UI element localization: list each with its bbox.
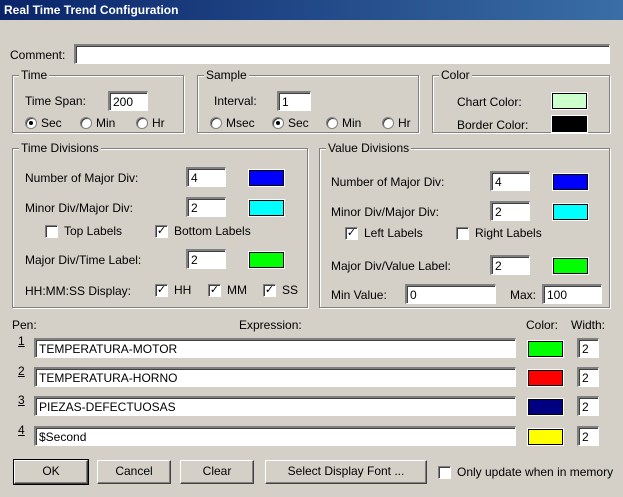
right-labels-checkbox[interactable] [456, 227, 469, 240]
pen-2-width-input[interactable]: 2 [577, 367, 599, 387]
pen-1-width-input[interactable]: 2 [577, 338, 599, 358]
vd-major-label: Number of Major Div: [331, 175, 445, 189]
vd-minor-label: Minor Div/Major Div: [331, 205, 440, 219]
hh-checkbox[interactable]: ✓ [155, 284, 168, 297]
td-time-label-color-swatch[interactable] [249, 252, 284, 268]
pen-1-number: 1 [18, 334, 25, 348]
chart-color-swatch[interactable] [552, 93, 587, 109]
td-major-label: Number of Major Div: [25, 171, 139, 185]
comment-label: Comment: [10, 48, 66, 62]
max-value-input[interactable]: 100 [542, 284, 602, 304]
td-time-label-input[interactable]: 2 [186, 249, 226, 269]
vd-major-input[interactable]: 4 [490, 171, 530, 191]
pen-2-number: 2 [18, 364, 25, 378]
max-value-label: Max: [510, 288, 537, 302]
interval-label: Interval: [214, 94, 257, 108]
border-color-swatch[interactable] [552, 116, 587, 132]
pen-2-color-swatch[interactable] [528, 370, 563, 386]
pen-1-color-swatch[interactable] [528, 341, 563, 357]
top-labels-checkbox[interactable] [45, 225, 58, 238]
sample-hr-label: Hr [398, 116, 411, 130]
pen-4-width-input[interactable]: 2 [577, 426, 599, 446]
min-value-input[interactable]: 0 [405, 284, 496, 304]
sample-min-radio[interactable] [326, 117, 338, 129]
left-labels-label: Left Labels [364, 226, 423, 240]
time-min-label: Min [96, 116, 116, 130]
time-span-label: Time Span: [25, 94, 86, 108]
vd-major-color-swatch[interactable] [553, 174, 588, 190]
top-labels-label: Top Labels [64, 224, 123, 238]
trend-config-dialog: Real Time Trend Configuration Comment: T… [0, 0, 623, 497]
only-update-memory-label: Only update when in memory [457, 465, 614, 479]
pen-4-expression-input[interactable]: $Second [34, 426, 516, 446]
color-group-legend: Color [439, 68, 472, 82]
value-divisions-legend: Value Divisions [326, 141, 412, 155]
vd-value-label-label: Major Div/Value Label: [331, 259, 451, 273]
time-divisions-legend: Time Divisions [19, 141, 101, 155]
cancel-button[interactable]: Cancel [97, 460, 171, 484]
clear-button[interactable]: Clear [180, 460, 254, 484]
time-sec-label: Sec [41, 116, 62, 130]
td-major-input[interactable]: 4 [186, 167, 226, 187]
time-hr-label: Hr [152, 116, 165, 130]
sample-msec-radio[interactable] [210, 117, 222, 129]
ok-button[interactable]: OK [13, 459, 89, 485]
sample-sec-label: Sec [288, 116, 309, 130]
td-minor-label: Minor Div/Major Div: [25, 201, 134, 215]
td-time-label-label: Major Div/Time Label: [25, 253, 142, 267]
only-update-memory-checkbox[interactable] [438, 466, 451, 479]
time-min-radio[interactable] [80, 117, 92, 129]
ss-checkbox[interactable]: ✓ [263, 284, 276, 297]
pen-3-width-input[interactable]: 2 [577, 396, 599, 416]
left-labels-checkbox[interactable]: ✓ [345, 227, 358, 240]
ss-label: SS [282, 283, 299, 297]
color-header: Color: [526, 318, 559, 332]
td-minor-color-swatch[interactable] [249, 200, 284, 216]
vd-minor-input[interactable]: 2 [490, 201, 530, 221]
time-sec-radio[interactable] [25, 117, 37, 129]
td-major-color-swatch[interactable] [249, 170, 284, 186]
bottom-labels-label: Bottom Labels [174, 224, 251, 238]
td-minor-input[interactable]: 2 [186, 197, 226, 217]
pen-3-number: 3 [18, 393, 25, 407]
min-value-label: Min Value: [331, 288, 387, 302]
pen-1-expression-input[interactable]: TEMPERATURA-MOTOR [34, 338, 516, 358]
vd-value-label-input[interactable]: 2 [490, 255, 530, 275]
time-group-legend: Time [19, 68, 50, 82]
time-hr-radio[interactable] [136, 117, 148, 129]
select-display-font-button[interactable]: Select Display Font ... [265, 460, 427, 484]
mm-label: MM [227, 283, 247, 297]
pen-header: Pen: [12, 318, 37, 332]
hms-display-label: HH:MM:SS Display: [25, 284, 132, 298]
right-labels-label: Right Labels [475, 226, 542, 240]
pen-3-expression-input[interactable]: PIEZAS-DEFECTUOSAS [34, 396, 516, 416]
sample-min-label: Min [342, 116, 362, 130]
pen-2-expression-input[interactable]: TEMPERATURA-HORNO [34, 367, 516, 387]
border-color-label: Border Color: [457, 118, 529, 132]
time-span-input[interactable]: 200 [108, 91, 148, 111]
width-header: Width: [571, 318, 606, 332]
sample-group-legend: Sample [204, 68, 249, 82]
title-bar: Real Time Trend Configuration [0, 0, 623, 20]
sample-sec-radio[interactable] [272, 117, 284, 129]
vd-minor-color-swatch[interactable] [553, 204, 588, 220]
hh-label: HH [174, 283, 192, 297]
expression-header: Expression: [239, 318, 302, 332]
pen-3-color-swatch[interactable] [528, 399, 563, 415]
sample-hr-radio[interactable] [382, 117, 394, 129]
interval-input[interactable]: 1 [277, 91, 311, 111]
chart-color-label: Chart Color: [457, 95, 522, 109]
pen-4-number: 4 [18, 423, 25, 437]
vd-value-label-color-swatch[interactable] [553, 258, 588, 274]
mm-checkbox[interactable]: ✓ [208, 284, 221, 297]
comment-input[interactable] [74, 44, 610, 64]
pen-4-color-swatch[interactable] [528, 429, 563, 445]
bottom-labels-checkbox[interactable]: ✓ [155, 225, 168, 238]
sample-msec-label: Msec [226, 116, 255, 130]
